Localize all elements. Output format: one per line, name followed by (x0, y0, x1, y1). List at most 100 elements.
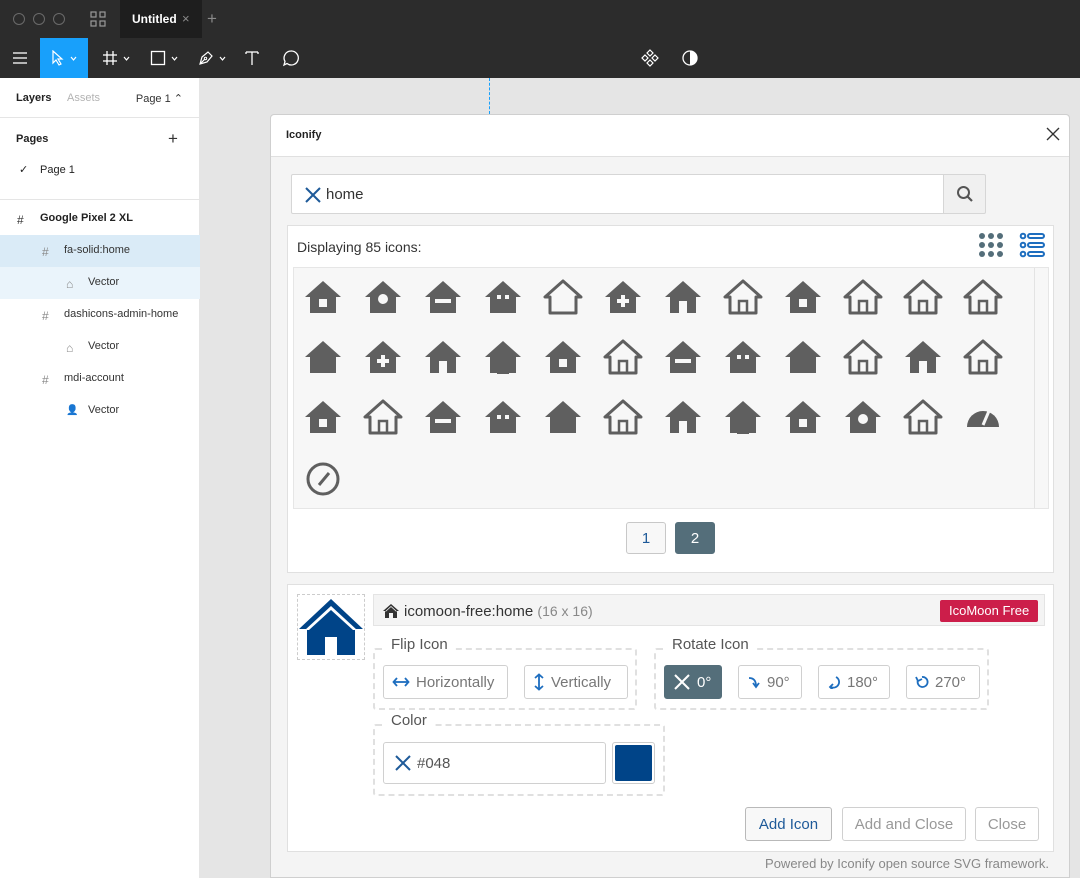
house-icon (299, 599, 363, 655)
move-tool-button[interactable] (40, 38, 88, 78)
color-swatch[interactable] (612, 742, 655, 784)
clear-search-icon[interactable] (304, 186, 322, 204)
home-minus-icon[interactable] (420, 274, 466, 320)
speedometer-icon[interactable] (960, 394, 1006, 440)
search-input[interactable]: home (291, 174, 945, 214)
minimize-window-button[interactable] (33, 13, 45, 25)
home-roof-icon[interactable] (660, 334, 706, 380)
add-page-button[interactable]: + (168, 129, 178, 149)
page-button-2[interactable]: 2 (675, 522, 715, 554)
theme-toggle-button[interactable] (678, 38, 702, 78)
close-window-button[interactable] (13, 13, 25, 25)
rotate-180-button[interactable]: 180° (818, 665, 890, 699)
layer-dashicons-admin-home[interactable]: # dashicons-admin-home (0, 299, 200, 331)
layer-vector[interactable]: ⌂ Vector (0, 331, 200, 363)
pen-tool-button[interactable] (192, 38, 232, 78)
shield-home-outline-icon[interactable] (840, 274, 886, 320)
page-item-label: Page 1 (40, 164, 75, 176)
frame-tool-button[interactable] (96, 38, 136, 78)
color-input[interactable]: #048 (383, 742, 606, 784)
flip-vertical-button[interactable]: Vertically (524, 665, 628, 699)
list-view-icon[interactable] (1019, 232, 1045, 258)
grid-view-icon[interactable] (978, 232, 1004, 258)
shape-tool-button[interactable] (144, 38, 184, 78)
add-icon-button[interactable]: Add Icon (745, 807, 832, 841)
vector-icon: ⌂ (66, 277, 74, 291)
home-solid-3-icon[interactable] (720, 394, 766, 440)
home-map-marker-icon[interactable] (360, 274, 406, 320)
home-small-icon[interactable] (360, 334, 406, 380)
home-door-outline-icon[interactable] (960, 334, 1006, 380)
chevron-down-icon (171, 56, 178, 61)
home-small-2-icon[interactable] (780, 334, 826, 380)
home-thin-outline-icon[interactable] (900, 274, 946, 320)
new-tab-button[interactable]: + (207, 9, 217, 29)
layer-label: mdi-account (64, 372, 124, 384)
home-variant-outline-icon[interactable] (720, 274, 766, 320)
dialog-header: Iconify (271, 115, 1069, 157)
text-tool-button[interactable] (240, 38, 264, 78)
layer-mdi-account[interactable]: # mdi-account (0, 363, 200, 395)
home-filled-icon[interactable] (660, 274, 706, 320)
home-solid-2-icon[interactable] (660, 394, 706, 440)
home-chimney-2-icon[interactable] (480, 394, 526, 440)
home-arrow-icon[interactable] (480, 334, 526, 380)
rotate-270-button[interactable]: 270° (906, 665, 980, 699)
home-roof-outline-icon[interactable] (360, 394, 406, 440)
home-filled-2-icon[interactable] (720, 334, 766, 380)
home-solid-4-icon[interactable] (780, 394, 826, 440)
add-and-close-button[interactable]: Add and Close (842, 807, 966, 841)
close-button[interactable]: Close (975, 807, 1039, 841)
tab-untitled[interactable]: Untitled × (120, 0, 202, 38)
layer-fa-solid-home[interactable]: # fa-solid:home (0, 235, 200, 267)
home-solid-icon[interactable] (300, 334, 346, 380)
home-city-icon[interactable] (480, 274, 526, 320)
home-chimney-icon[interactable] (420, 394, 466, 440)
flip-horizontal-button[interactable]: Horizontally (383, 665, 508, 699)
zoom-window-button[interactable] (53, 13, 65, 25)
icon-preview (297, 594, 365, 660)
pages-title: Pages (16, 133, 49, 145)
clear-color-icon[interactable] (394, 754, 412, 772)
home-outline-5-icon[interactable] (900, 394, 946, 440)
file-browser-icon[interactable] (90, 11, 106, 27)
canvas-guide-line (489, 78, 490, 114)
layer-label: Google Pixel 2 XL (40, 212, 133, 224)
icons-scrollbar[interactable] (1034, 268, 1048, 508)
main-menu-button[interactable] (0, 38, 40, 78)
home-windows-icon[interactable] (540, 334, 586, 380)
home-circle-door-icon[interactable] (540, 394, 586, 440)
home-roof-2-icon[interactable] (300, 394, 346, 440)
home-plus-icon[interactable] (600, 274, 646, 320)
license-badge[interactable]: IcoMoon Free (940, 600, 1039, 622)
close-icon[interactable] (1045, 126, 1061, 142)
home-outline-4-icon[interactable] (840, 334, 886, 380)
home-chimney-3-icon[interactable] (840, 394, 886, 440)
page-selector[interactable]: Page 1 ⌃ (136, 92, 183, 105)
home-outline-icon[interactable] (540, 274, 586, 320)
rotate-90-button[interactable]: 90° (738, 665, 802, 699)
components-button[interactable] (638, 38, 662, 78)
shield-home-icon[interactable] (780, 274, 826, 320)
tab-layers[interactable]: Layers (16, 92, 51, 104)
home-door-icon[interactable] (900, 334, 946, 380)
comment-tool-button[interactable] (278, 38, 304, 78)
search-button[interactable] (943, 174, 986, 214)
layer-label: Vector (88, 276, 120, 288)
page-button-1[interactable]: 1 (626, 522, 666, 554)
tab-assets[interactable]: Assets (67, 92, 100, 104)
toolbar (0, 38, 1080, 78)
page-item[interactable]: ✓ Page 1 (0, 161, 200, 181)
layer-vector[interactable]: ⌂ Vector (0, 267, 200, 299)
layer-google-pixel-2-xl[interactable]: # Google Pixel 2 XL (0, 203, 200, 235)
home-outline-3-icon[interactable] (600, 334, 646, 380)
tab-close-icon[interactable]: × (182, 11, 190, 26)
home-lock-icon[interactable] (300, 274, 346, 320)
home-outline-2-icon[interactable] (960, 274, 1006, 320)
flip-vertical-label: Vertically (551, 673, 612, 691)
home-line-icon[interactable] (600, 394, 646, 440)
rotate-0-button[interactable]: 0° (664, 665, 722, 699)
layer-vector[interactable]: 👤 Vector (0, 395, 200, 427)
speedometer-outline-icon[interactable] (300, 454, 346, 500)
home-upload-icon[interactable] (420, 334, 466, 380)
